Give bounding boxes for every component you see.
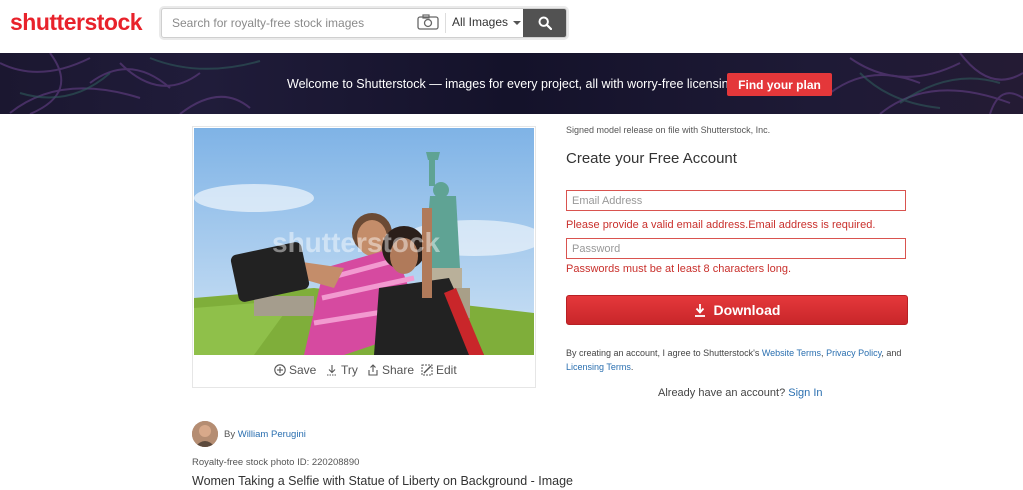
try-action[interactable]: Try (326, 363, 358, 377)
camera-icon[interactable] (417, 14, 439, 30)
terms-comma: , (821, 348, 824, 358)
shutterstock-logo[interactable]: shutterstock (10, 9, 143, 36)
terms-end: . (630, 362, 634, 372)
photo-title: Women Taking a Selfie with Statue of Lib… (192, 474, 573, 488)
edit-action[interactable]: Edit (421, 363, 457, 377)
author-byline: By William Perugini (224, 429, 306, 440)
stock-photo[interactable]: shutterstock (194, 128, 534, 355)
save-label: Save (289, 363, 317, 377)
top-header: shutterstock All Images (0, 0, 1023, 53)
password-error: Passwords must be at least 8 characters … (566, 263, 791, 275)
chevron-down-icon (513, 20, 522, 25)
download-label: Download (713, 302, 781, 318)
share-action[interactable]: Share (367, 363, 414, 377)
have-account-text: Already have an account? (658, 387, 786, 399)
image-preview-card: shutterstock Save Try Share Edit (192, 126, 536, 388)
form-title: Create your Free Account (566, 150, 737, 167)
author-link[interactable]: William Perugini (238, 429, 306, 440)
photo-id: Royalty-free stock photo ID: 220208890 (192, 457, 360, 468)
email-field[interactable] (566, 190, 906, 211)
share-icon (368, 364, 378, 376)
password-field[interactable] (566, 238, 906, 259)
author-avatar[interactable] (192, 421, 218, 447)
have-account-row: Already have an account? Sign In (658, 387, 823, 399)
download-icon (327, 365, 337, 376)
terms-prefix: By creating an account, I agree to Shutt… (566, 348, 760, 358)
search-button[interactable] (523, 9, 566, 37)
save-action[interactable]: Save (274, 363, 316, 377)
model-release-note: Signed model release on file with Shutte… (566, 125, 771, 135)
search-input[interactable] (172, 15, 407, 31)
email-error: Please provide a valid email address.Ema… (566, 219, 876, 231)
plus-circle-icon (274, 364, 286, 376)
share-label: Share (382, 363, 415, 377)
by-prefix: By (224, 429, 236, 440)
licensing-terms-link[interactable]: Licensing Terms (566, 362, 631, 372)
terms-and: , and (881, 348, 902, 358)
watermark: shutterstock (272, 227, 440, 258)
search-divider (445, 13, 446, 33)
image-actions: Save Try Share Edit (193, 362, 535, 380)
image-type-select[interactable]: All Images (452, 15, 522, 29)
terms-text: By creating an account, I agree to Shutt… (566, 346, 911, 374)
sign-in-link[interactable]: Sign In (788, 387, 822, 399)
edit-icon (421, 364, 433, 376)
download-icon (694, 304, 705, 317)
find-your-plan-button[interactable]: Find your plan (727, 73, 832, 96)
try-label: Try (341, 363, 358, 377)
welcome-banner: Welcome to Shutterstock — images for eve… (0, 53, 1023, 114)
edit-label: Edit (436, 363, 457, 377)
website-terms-link[interactable]: Website Terms (762, 348, 821, 358)
search-bar: All Images (161, 8, 567, 38)
download-button[interactable]: Download (566, 295, 908, 325)
search-icon (538, 16, 552, 30)
image-type-label: All Images (452, 15, 509, 29)
privacy-policy-link[interactable]: Privacy Policy (826, 348, 881, 358)
banner-text: Welcome to Shutterstock — images for eve… (287, 77, 740, 91)
